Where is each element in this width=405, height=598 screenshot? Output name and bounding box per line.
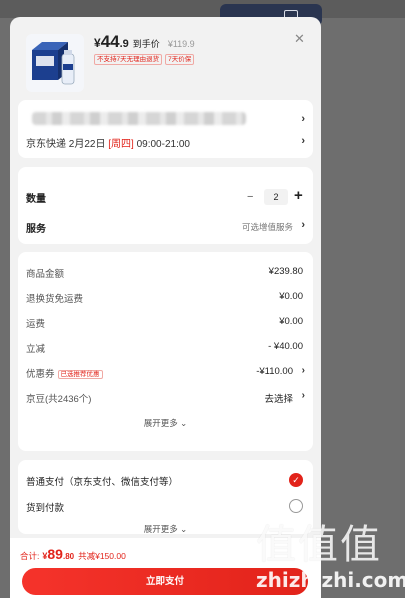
- check-icon[interactable]: ✓: [289, 473, 303, 487]
- total-amount: 89: [47, 546, 63, 562]
- jingdou-value: 去选择: [264, 394, 293, 405]
- chevron-right-icon[interactable]: ›: [301, 113, 305, 125]
- jingdou-row[interactable]: 京豆(共2436个) 去选择 ›: [18, 390, 313, 405]
- product-image: [32, 42, 75, 85]
- chevron-right-icon[interactable]: ›: [301, 219, 305, 231]
- product-thumbnail: [26, 34, 84, 92]
- radio-unchecked-icon[interactable]: [289, 499, 303, 513]
- summary-label: 退换货免运费: [26, 294, 84, 305]
- price-decimal: .9: [119, 38, 129, 50]
- price-currency: ¥: [94, 36, 101, 50]
- chevron-right-icon[interactable]: ›: [302, 390, 305, 401]
- tag-price-protection: 7天价保: [165, 54, 195, 65]
- options-card: 数量 − 2 + 服务 可选增值服务 ›: [18, 167, 313, 244]
- expand-label: 展开更多: [143, 524, 178, 534]
- minus-button[interactable]: −: [247, 191, 253, 203]
- chevron-right-icon[interactable]: ›: [301, 135, 305, 147]
- chevron-down-icon: ⌄: [180, 418, 188, 428]
- plus-button[interactable]: +: [294, 187, 303, 204]
- summary-row: 立减 - ¥40.00: [18, 341, 313, 355]
- watermark: 值值值 zhizhizhi.com: [252, 512, 405, 598]
- summary-expand-more[interactable]: 展开更多 ⌄: [18, 417, 313, 429]
- coupon-badge: 已选推荐优惠: [57, 370, 103, 379]
- summary-label: 商品金额: [26, 269, 65, 280]
- delivery-weekday: [周四]: [108, 139, 134, 150]
- summary-row: 商品金额 ¥239.80: [18, 266, 313, 280]
- delivery-time: 09:00-21:00: [133, 139, 190, 150]
- quantity-input[interactable]: 2: [264, 189, 288, 205]
- original-price: ¥119.9: [167, 39, 195, 49]
- coupon-row[interactable]: 优惠券 已选推荐优惠 -¥110.00 ›: [18, 365, 313, 380]
- service-label: 服务: [26, 224, 46, 235]
- price-row: ¥ 44 .9 到手价 ¥119.9: [94, 32, 195, 52]
- summary-value: ¥239.80: [268, 266, 303, 277]
- total-decimal: .80: [62, 552, 75, 561]
- coupon-label-wrap: 优惠券 已选推荐优惠: [26, 366, 103, 380]
- delivery-prefix: 京东快递 2月22日: [26, 139, 109, 150]
- summary-row: 退换货免运费 ¥0.00: [18, 291, 313, 305]
- checkout-sheet: ¥ 44 .9 到手价 ¥119.9 不支持7天无理由退货 7天价保 ✕ › 京…: [10, 17, 321, 598]
- address-card[interactable]: › 京东快递 2月22日 [周四] 09:00-21:00 ›: [18, 100, 313, 158]
- summary-row: 运费 ¥0.00: [18, 316, 313, 330]
- summary-label: 京豆(共2436个): [26, 394, 92, 405]
- summary-value: ¥0.00: [279, 316, 303, 327]
- expand-label: 展开更多: [143, 418, 178, 428]
- close-icon[interactable]: ✕: [294, 32, 305, 46]
- background-app: [0, 0, 405, 18]
- service-value[interactable]: 可选增值服务: [242, 221, 293, 233]
- discount-value: - ¥40.00: [268, 341, 303, 352]
- summary-card: 商品金额 ¥239.80 退换货免运费 ¥0.00 运费 ¥0.00 立减 - …: [18, 252, 313, 451]
- payment-label: 普通支付（京东支付、微信支付等）: [26, 477, 179, 488]
- delivery-info: 京东快递 2月22日 [周四] 09:00-21:00: [26, 135, 190, 150]
- total-row: 合计: ¥ 89 .80 共减¥150.00: [20, 546, 126, 562]
- watermark-url: zhizhizhi.com: [256, 568, 405, 592]
- coupon-value: -¥110.00: [256, 366, 293, 377]
- summary-label: 运费: [26, 319, 46, 330]
- summary-value: ¥0.00: [279, 291, 303, 302]
- summary-label: 优惠券: [26, 369, 55, 380]
- chevron-right-icon[interactable]: ›: [302, 365, 305, 376]
- payment-label: 货到付款: [26, 503, 65, 514]
- quantity-stepper: − 2 +: [18, 187, 313, 205]
- product-tags: 不支持7天无理由退货 7天价保: [94, 54, 195, 65]
- total-discount: 共减¥150.00: [78, 551, 126, 561]
- price-integer: 44: [100, 32, 120, 51]
- watermark-logo: 值值值: [256, 522, 382, 568]
- address-redacted: [32, 112, 246, 125]
- total-label: 合计:: [20, 551, 40, 561]
- payment-option-normal[interactable]: 普通支付（京东支付、微信支付等） ✓: [18, 473, 313, 489]
- tag-no-return: 不支持7天无理由退货: [94, 54, 163, 65]
- chevron-down-icon: ⌄: [180, 524, 188, 534]
- price-label: 到手价: [132, 39, 160, 49]
- summary-label: 立减: [26, 344, 46, 355]
